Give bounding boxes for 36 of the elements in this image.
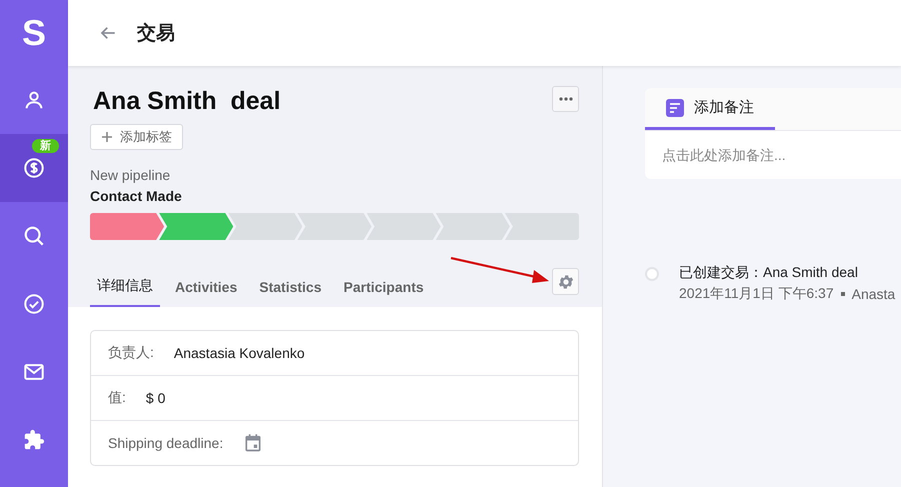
pipeline-name: New pipeline: [90, 167, 172, 183]
page-title: 交易: [137, 22, 175, 46]
search-icon: [23, 225, 45, 247]
timeline-title: 已创建交易：Ana Smith deal: [679, 264, 859, 282]
pipeline-stage[interactable]: [228, 213, 302, 240]
check-circle-icon: [23, 293, 45, 315]
field-value: Anastasia Kovalenko: [174, 345, 305, 361]
tab[interactable]: Statistics: [252, 279, 328, 307]
pipeline-stage[interactable]: [90, 213, 164, 240]
gear-icon: [556, 272, 574, 290]
app-logo[interactable]: S: [0, 0, 68, 66]
mail-icon: [23, 361, 45, 383]
plus-icon: [101, 131, 113, 143]
field-label: 值:: [108, 389, 126, 407]
field-label: 负责人:: [108, 344, 154, 362]
person-icon: [23, 89, 45, 111]
field-label: Shipping deadline:: [108, 435, 224, 451]
settings-button[interactable]: [552, 268, 579, 295]
timeline-date: 2021年11月1日 下午6:37: [679, 285, 834, 303]
calendar-icon[interactable]: [243, 433, 264, 453]
more-button[interactable]: [552, 86, 579, 112]
note-icon: [666, 98, 684, 116]
deal-title: Ana Smith deal: [92, 86, 281, 116]
note-input[interactable]: 点击此处添加备注...: [645, 131, 901, 179]
dollar-icon: [23, 157, 45, 179]
puzzle-icon: [23, 429, 45, 451]
new-badge: 新: [32, 139, 59, 153]
tab[interactable]: Activities: [168, 279, 244, 307]
more-dots-icon: [558, 97, 572, 101]
timeline-dot: [645, 267, 659, 281]
pipeline-stage[interactable]: [159, 213, 234, 240]
add-tag-button[interactable]: 添加标签: [90, 124, 183, 150]
timeline-author: Anasta: [852, 286, 896, 302]
tab[interactable]: Participants: [336, 279, 431, 307]
stage-name: Contact Made: [90, 188, 183, 204]
field-value: $ 0: [146, 390, 166, 406]
